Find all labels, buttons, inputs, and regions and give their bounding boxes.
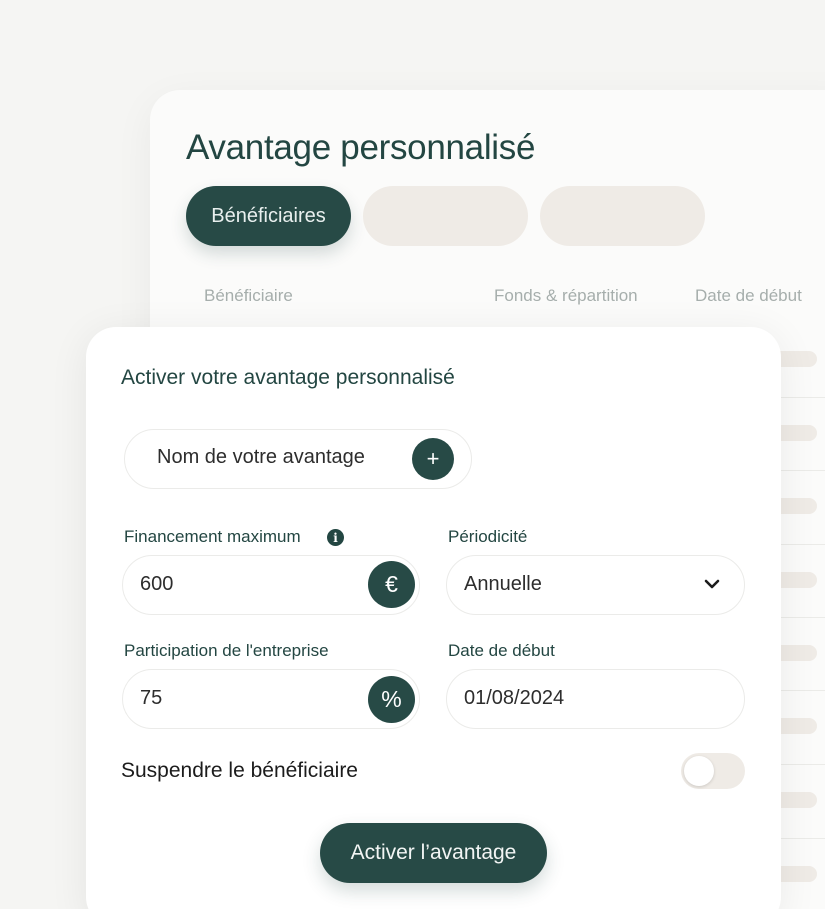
add-name-button[interactable]: + [412, 438, 454, 480]
toggle-knob[interactable] [684, 756, 714, 786]
suspend-label: Suspendre le bénéficiaire [121, 759, 358, 782]
plus-icon: + [426, 446, 440, 471]
app-root: Avantage personnalisé Bénéficiaires Béné… [0, 0, 825, 909]
info-icon[interactable]: i [327, 529, 344, 546]
euro-icon: € [385, 571, 398, 597]
tab-beneficiaires[interactable]: Bénéficiaires [186, 186, 351, 246]
euro-unit-button[interactable]: € [368, 561, 415, 608]
column-header-fonds[interactable]: Fonds & répartition [494, 286, 638, 306]
tab-placeholder-3[interactable] [540, 186, 705, 246]
activate-button[interactable]: Activer l’avantage [320, 823, 547, 883]
column-header-beneficiaire[interactable]: Bénéficiaire [204, 286, 293, 306]
financement-label: Financement maximum [124, 527, 301, 546]
chevron-down-icon[interactable] [702, 574, 722, 594]
date-debut-label: Date de début [448, 641, 555, 660]
participation-label: Participation de l'entreprise [124, 641, 329, 660]
info-symbol: i [333, 530, 338, 545]
avantage-name-placeholder[interactable]: Nom de votre avantage [157, 446, 365, 469]
column-header-date[interactable]: Date de début [695, 286, 802, 306]
percent-icon: % [381, 686, 402, 712]
participation-value[interactable]: 75 [140, 687, 162, 710]
activation-modal [86, 327, 781, 909]
modal-title: Activer votre avantage personnalisé [121, 366, 455, 389]
date-debut-value[interactable]: 01/08/2024 [464, 687, 564, 710]
periodicite-label: Périodicité [448, 527, 528, 546]
tab-placeholder-2[interactable] [363, 186, 528, 246]
page-title: Avantage personnalisé [186, 128, 536, 167]
financement-value[interactable]: 600 [140, 573, 173, 596]
periodicite-value[interactable]: Annuelle [464, 573, 542, 596]
percent-unit-button[interactable]: % [368, 676, 415, 723]
